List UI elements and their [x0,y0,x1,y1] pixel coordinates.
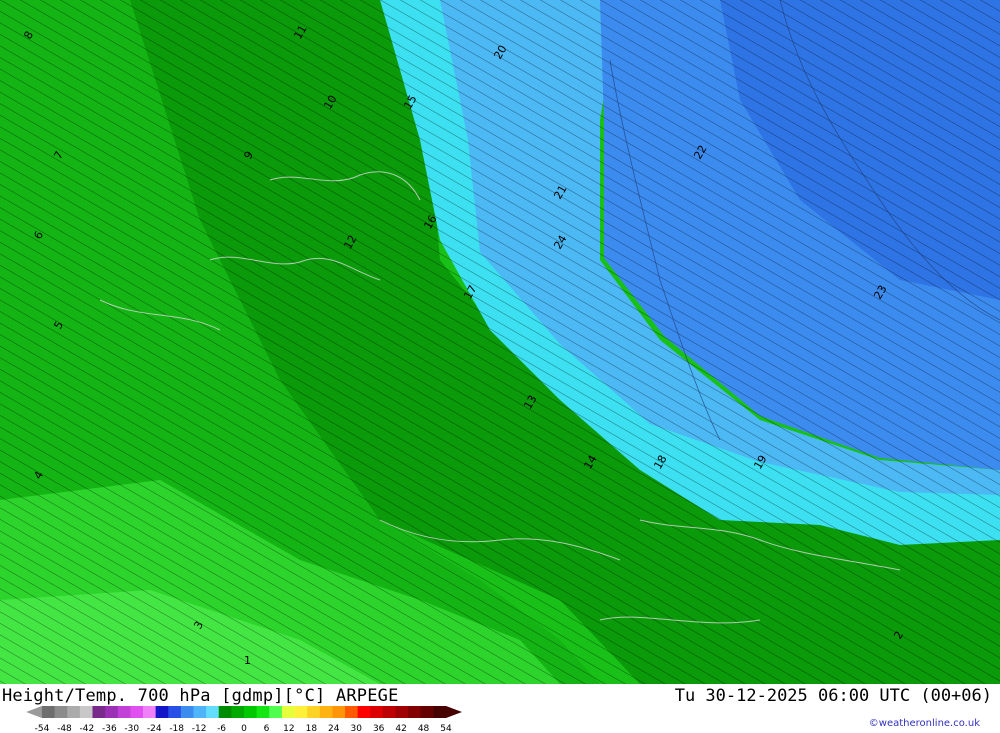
legend-swatch [269,706,283,718]
legend-swatch [357,706,371,718]
legend-swatch [105,706,119,718]
legend-swatch [92,706,106,718]
legend-swatch [382,706,396,718]
legend-tick-label: 0 [241,724,247,733]
legend-tick-label: -24 [147,724,162,733]
legend-tick-label: 30 [350,724,362,733]
contour-hatching [0,0,1000,684]
legend-swatch [433,706,447,718]
legend-swatch [395,706,409,718]
legend-swatch [79,706,93,718]
legend-swatch [155,706,169,718]
legend-swatch [67,706,81,718]
legend-swatch [370,706,384,718]
legend-swatch [256,706,270,718]
legend-swatch [117,706,131,718]
legend-swatch [345,706,359,718]
legend-arrow-left [26,706,42,718]
legend-tick-label: 18 [306,724,318,733]
contour-label: 1 [244,654,251,667]
weather-map: 8 7 6 5 4 3 1 9 10 11 12 13 14 2 15 16 1… [0,0,1000,684]
color-legend: -54 -48 -42 -36 -30 -24 -18 -12 -6 0 6 12 18 24 30 36 42… [26,706,462,733]
legend-swatch [420,706,434,718]
legend-tick-label: -42 [80,724,95,733]
legend-swatch [307,706,321,718]
legend-swatch [281,706,295,718]
legend-swatch [180,706,194,718]
legend-swatch [294,706,308,718]
legend-swatch [244,706,258,718]
legend-tick-label: 24 [328,724,340,733]
legend-tick-label: 36 [373,724,385,733]
legend-swatch [332,706,346,718]
legend-swatch [54,706,68,718]
legend-tick-label: -54 [35,724,50,733]
map-datetime: Tu 30-12-2025 06:00 UTC (00+06) [674,686,992,706]
legend-arrow-right [446,706,462,718]
legend-tick-label: -48 [57,724,72,733]
credit-link[interactable]: ©weatheronline.co.uk [869,718,980,729]
legend-swatch [231,706,245,718]
map-title: Height/Temp. 700 hPa [gdmp][°C] ARPEGE [2,686,399,706]
legend-tick-label: 42 [395,724,406,733]
legend-tick-label: 12 [283,724,294,733]
legend-tick-label: 54 [440,724,452,733]
legend-swatch [193,706,207,718]
map-footer: Height/Temp. 700 hPa [gdmp][°C] ARPEGE T… [0,684,1000,733]
legend-tick-label: 48 [418,724,430,733]
legend-swatch [206,706,220,718]
legend-swatch [130,706,144,718]
legend-swatch [42,706,56,718]
legend-tick-label: 6 [264,724,270,733]
legend-swatch [408,706,422,718]
legend-tick-label: -36 [102,724,117,733]
legend-tick-label: -18 [169,724,184,733]
legend-tick-label: -6 [217,724,226,733]
legend-swatch [143,706,157,718]
legend-swatch [168,706,182,718]
legend-swatch [319,706,333,718]
legend-tick-label: -30 [124,724,139,733]
legend-swatch [218,706,232,718]
legend-tick-label: -12 [192,724,207,733]
